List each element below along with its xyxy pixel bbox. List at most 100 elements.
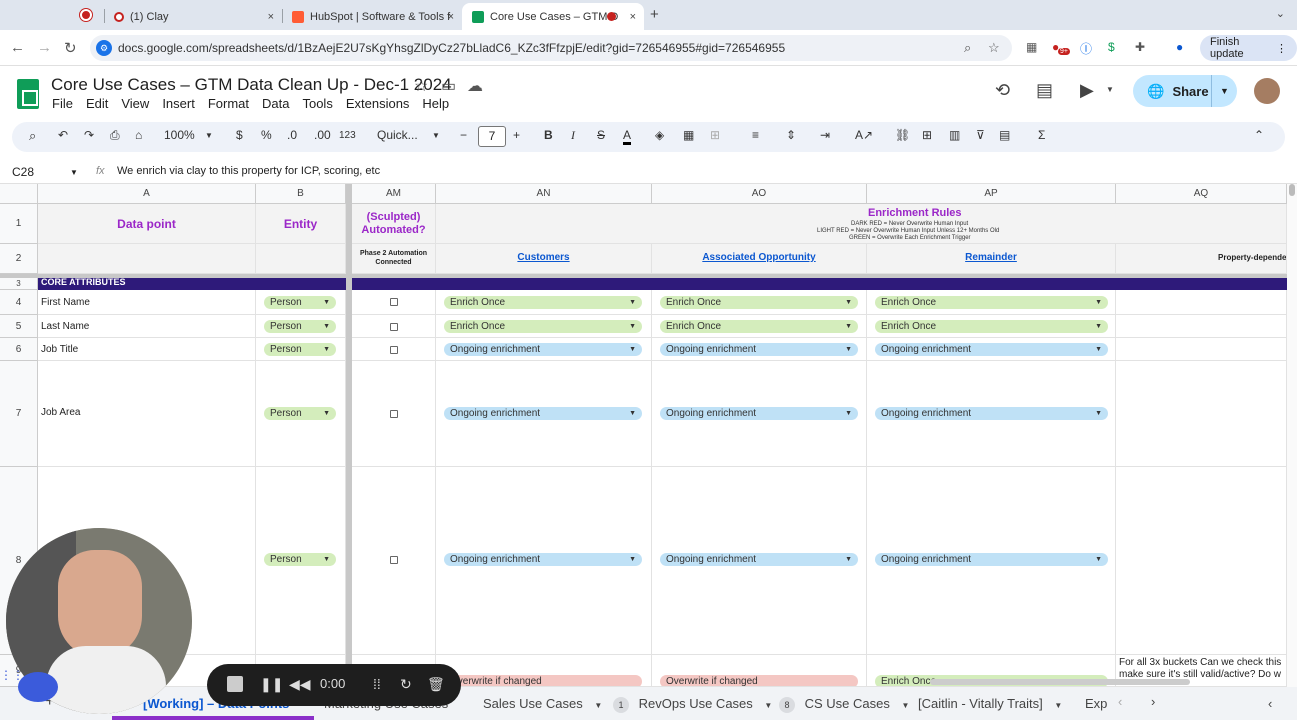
redo-icon[interactable]: ↷ bbox=[84, 128, 94, 142]
font-select[interactable]: Quick... bbox=[377, 128, 418, 142]
menu-edit[interactable]: Edit bbox=[86, 96, 108, 111]
menu-file[interactable]: File bbox=[52, 96, 73, 111]
row5-entity-cell[interactable]: Person ▼ bbox=[256, 315, 346, 338]
row-header-2[interactable]: 2 bbox=[0, 244, 38, 274]
enrichment-dropdown-chip[interactable]: Enrich Once ▼ bbox=[444, 296, 642, 309]
sheet-tab-cs-use-cases[interactable]: 8 CS Use Cases ▼ bbox=[779, 696, 909, 713]
document-title[interactable]: Core Use Cases – GTM Data Clean Up - Dec… bbox=[51, 75, 452, 95]
enrichment-dropdown-chip[interactable]: Ongoing enrichment ▼ bbox=[660, 553, 858, 566]
row6-checkbox-cell[interactable] bbox=[352, 338, 436, 361]
row7-aq-cell[interactable] bbox=[1116, 361, 1287, 467]
row-header-4[interactable]: 4 bbox=[0, 290, 38, 315]
row4-aq-cell[interactable] bbox=[1116, 290, 1287, 315]
header-associated-opportunity[interactable]: Associated Opportunity bbox=[652, 244, 867, 274]
share-button[interactable]: 🌐 Share ▼ bbox=[1133, 75, 1237, 107]
row7-an-cell[interactable]: Ongoing enrichment ▼ bbox=[436, 361, 652, 467]
row6-ao-cell[interactable]: Ongoing enrichment ▼ bbox=[652, 338, 867, 361]
header-entity[interactable]: Entity bbox=[256, 204, 346, 244]
comments-icon[interactable]: ▤ bbox=[1036, 80, 1053, 101]
align-vertical-icon[interactable]: ⇕ bbox=[786, 128, 796, 142]
row6-ap-cell[interactable]: Ongoing enrichment ▼ bbox=[867, 338, 1116, 361]
back-icon[interactable]: ← bbox=[10, 39, 25, 56]
insert-link-icon[interactable]: ⛓ bbox=[895, 128, 910, 142]
zoom-dropdown-icon[interactable]: ▼ bbox=[205, 131, 213, 140]
align-horizontal-icon[interactable]: ≡ bbox=[752, 128, 759, 142]
column-header-an[interactable]: AN bbox=[436, 184, 652, 204]
header-remainder[interactable]: Remainder bbox=[867, 244, 1116, 274]
header-phase2[interactable]: Phase 2 Automation Connected bbox=[352, 244, 436, 274]
merge-cells-icon[interactable]: ⊞ bbox=[710, 128, 720, 142]
menu-format[interactable]: Format bbox=[208, 96, 249, 111]
entity-dropdown-chip[interactable]: Person ▼ bbox=[264, 553, 336, 566]
insert-chart-icon[interactable]: ▥ bbox=[949, 128, 960, 142]
checkbox[interactable] bbox=[390, 323, 398, 331]
row4-data-point[interactable]: First Name bbox=[38, 290, 256, 315]
sheet-tab-caitlin-vitally-traits[interactable]: [Caitlin - Vitally Traits] ▼ bbox=[918, 696, 1062, 711]
row4-ap-cell[interactable]: Enrich Once ▼ bbox=[867, 290, 1116, 315]
entity-dropdown-chip[interactable]: Person ▼ bbox=[264, 407, 336, 420]
strikethrough-button[interactable]: S bbox=[597, 128, 605, 142]
enrichment-dropdown-chip[interactable]: Ongoing enrichment ▼ bbox=[660, 343, 858, 356]
print-icon[interactable]: ⎙ bbox=[110, 128, 120, 143]
dollar-extension-icon[interactable]: $ bbox=[1108, 40, 1115, 54]
enrichment-dropdown-chip[interactable]: Overwrite if changed bbox=[660, 675, 858, 686]
filter-icon[interactable]: ⊽ bbox=[976, 128, 985, 142]
folder-icon[interactable]: ▭ bbox=[441, 76, 456, 96]
avatar[interactable] bbox=[1254, 78, 1280, 104]
meet-icon[interactable]: ▶ bbox=[1080, 80, 1094, 101]
enrichment-dropdown-chip[interactable]: Ongoing enrichment ▼ bbox=[660, 407, 858, 420]
row-header-6[interactable]: 6 bbox=[0, 338, 38, 361]
tab-search-chevron-icon[interactable]: ⌄ bbox=[1276, 7, 1285, 20]
enrichment-dropdown-chip[interactable]: Ongoing enrichment ▼ bbox=[875, 407, 1108, 420]
row5-data-point[interactable]: Last Name bbox=[38, 315, 256, 338]
cell-a2[interactable] bbox=[38, 244, 256, 274]
row8-ap-cell[interactable]: Ongoing enrichment ▼ bbox=[867, 467, 1116, 655]
row7-ao-cell[interactable]: Ongoing enrichment ▼ bbox=[652, 361, 867, 467]
row9-ao-cell[interactable]: Overwrite if changed bbox=[652, 655, 867, 687]
menu-data[interactable]: Data bbox=[262, 96, 289, 111]
rewind-icon[interactable]: ◀◀ bbox=[289, 676, 311, 693]
italic-button[interactable]: I bbox=[571, 128, 575, 143]
row8-ao-cell[interactable]: Ongoing enrichment ▼ bbox=[652, 467, 867, 655]
row4-checkbox-cell[interactable] bbox=[352, 290, 436, 315]
password-extension-icon[interactable]: Ⓘ bbox=[1080, 40, 1092, 57]
zoom-search-icon[interactable]: ⌕ bbox=[964, 40, 971, 56]
dropdown-arrow-icon[interactable]: ▼ bbox=[902, 701, 910, 710]
row8-aq-cell[interactable] bbox=[1116, 467, 1287, 655]
url-omnibox[interactable]: ⚙ docs.google.com/spreadsheets/d/1BzAejE… bbox=[90, 35, 1012, 61]
row5-checkbox-cell[interactable] bbox=[352, 315, 436, 338]
cloud-status-icon[interactable]: ☁ bbox=[467, 76, 483, 96]
extension-icon[interactable]: ▦ bbox=[1026, 40, 1037, 54]
recorder-avatar-bubble[interactable] bbox=[18, 672, 58, 702]
row6-aq-cell[interactable] bbox=[1116, 338, 1287, 361]
entity-dropdown-chip[interactable]: Person ▼ bbox=[264, 320, 336, 333]
close-icon[interactable]: × bbox=[630, 11, 636, 23]
enrichment-dropdown-chip[interactable]: Ongoing enrichment ▼ bbox=[444, 343, 642, 356]
row-header-7[interactable]: 7 bbox=[0, 361, 38, 467]
menu-help[interactable]: Help bbox=[422, 96, 449, 111]
undo-icon[interactable]: ↶ bbox=[58, 128, 68, 142]
decrease-decimal-button[interactable]: .0 bbox=[287, 128, 297, 142]
enrichment-dropdown-chip[interactable]: Ongoing enrichment ▼ bbox=[444, 553, 642, 566]
menu-view[interactable]: View bbox=[121, 96, 149, 111]
zoom-select[interactable]: 100% bbox=[164, 128, 195, 142]
stop-icon[interactable] bbox=[227, 676, 243, 692]
sheet-tab-revops-use-cases[interactable]: 1 RevOps Use Cases ▼ bbox=[613, 696, 772, 713]
name-box-dropdown-icon[interactable]: ▼ bbox=[70, 168, 78, 177]
enrichment-dropdown-chip[interactable]: Ongoing enrichment ▼ bbox=[875, 553, 1108, 566]
row6-an-cell[interactable]: Ongoing enrichment ▼ bbox=[436, 338, 652, 361]
row7-checkbox-cell[interactable] bbox=[352, 361, 436, 467]
fill-color-icon[interactable]: ◈ bbox=[655, 128, 664, 142]
column-header-b[interactable]: B bbox=[256, 184, 346, 204]
restart-icon[interactable]: ↻ bbox=[400, 676, 412, 693]
number-format-button[interactable]: 123 bbox=[339, 130, 356, 141]
text-color-button[interactable]: A bbox=[623, 128, 632, 145]
site-info-icon[interactable]: ⚙ bbox=[96, 40, 112, 56]
dropdown-arrow-icon[interactable]: ▼ bbox=[764, 701, 772, 710]
sheets-logo-icon[interactable] bbox=[17, 79, 39, 109]
checkbox[interactable] bbox=[390, 410, 398, 418]
bold-button[interactable]: B bbox=[544, 128, 553, 142]
row7-entity-cell[interactable]: Person ▼ bbox=[256, 361, 346, 467]
reload-icon[interactable]: ↻ bbox=[64, 39, 77, 57]
currency-format-button[interactable]: $ bbox=[236, 128, 243, 142]
